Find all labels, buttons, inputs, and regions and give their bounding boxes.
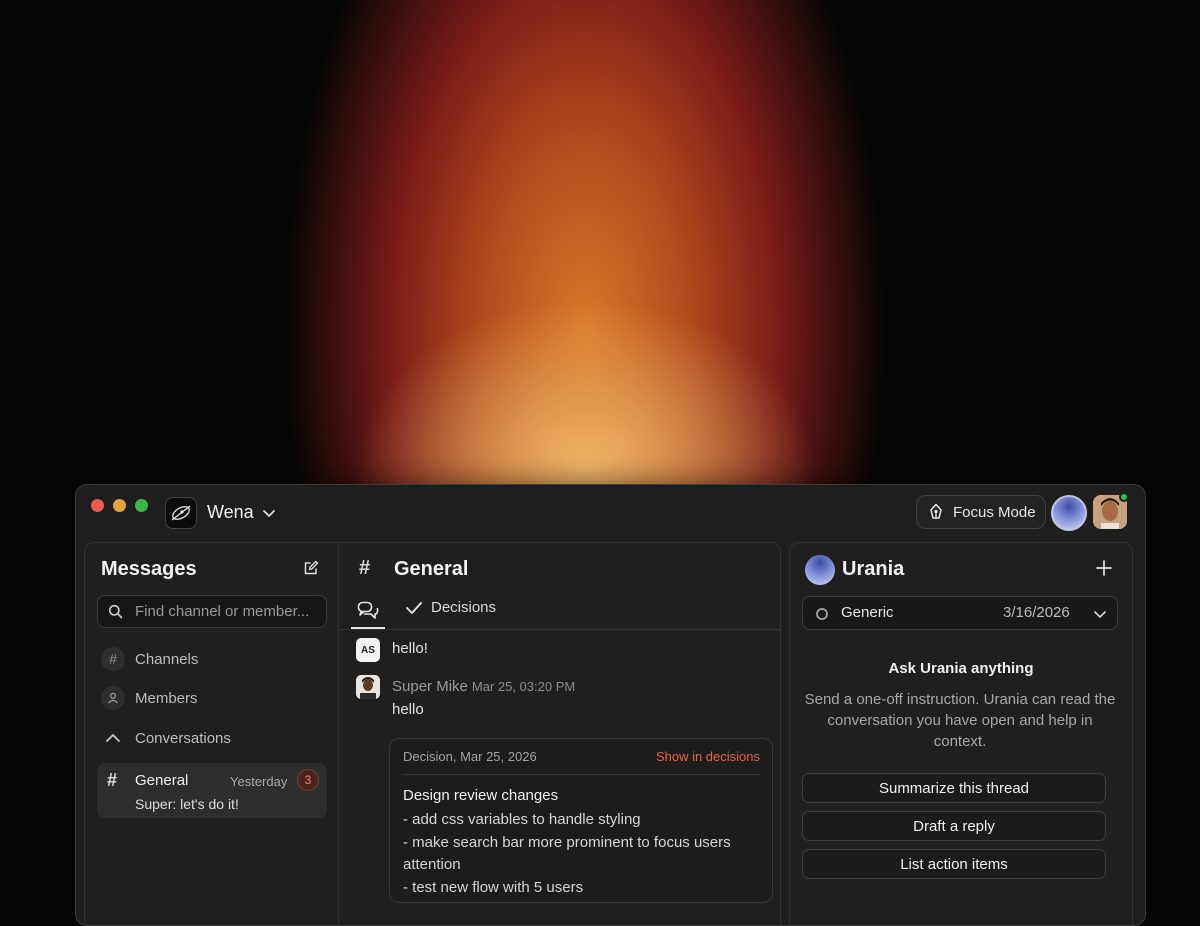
author-name[interactable]: Super Mike (392, 678, 468, 695)
title-bar: Wena Focus Mode (76, 485, 1145, 541)
online-status-dot (1119, 492, 1129, 502)
sidebar-item-label: Channels (135, 650, 199, 668)
search-input[interactable] (133, 602, 322, 621)
conversations-label: Conversations (135, 729, 231, 747)
list-action-items-button[interactable]: List action items (802, 849, 1106, 879)
assistant-panel: Urania Generic 3/16/2026 Ask Urania anyt… (789, 542, 1133, 925)
avatar[interactable] (356, 675, 380, 699)
assistant-avatar (805, 555, 835, 585)
search-bar[interactable] (97, 595, 327, 628)
chat-bubbles-icon (357, 601, 379, 619)
compose-icon[interactable] (303, 560, 319, 576)
check-icon (406, 601, 422, 614)
chevron-down-icon (1094, 611, 1106, 618)
tab-chat[interactable] (351, 597, 385, 629)
ask-title: Ask Urania anything (888, 660, 1034, 677)
show-in-decisions-link[interactable]: Show in decisions (656, 749, 760, 764)
pen-nib-icon (930, 503, 942, 519)
message-author: Super Mike Mar 25, 03:20 PM (392, 678, 575, 695)
summarize-thread-button[interactable]: Summarize this thread (802, 773, 1106, 803)
decision-item: - make search bar more prominent to focu… (403, 833, 731, 874)
sidebar: Messages # Channels Members (84, 542, 338, 925)
plus-icon[interactable] (1094, 558, 1114, 578)
tab-decisions[interactable]: Decisions (405, 599, 496, 616)
decision-meta: Decision, Mar 25, 2026 (403, 749, 537, 764)
sidebar-item-channels[interactable]: # Channels (101, 646, 198, 672)
message-text: hello (392, 701, 424, 718)
assistant-name: Urania (842, 558, 905, 580)
chevron-up-icon (106, 734, 120, 742)
unread-badge: 3 (297, 769, 319, 791)
hash-icon: # (359, 557, 371, 579)
context-select[interactable]: Generic 3/16/2026 (802, 596, 1118, 630)
decision-item: - add css variables to handle styling (403, 811, 641, 828)
hash-icon: # (101, 647, 125, 671)
workspace-chevron-down-icon[interactable] (261, 505, 277, 521)
focus-mode-label: Focus Mode (953, 503, 1036, 521)
channel-title: General (394, 558, 469, 580)
conversation-name: General (135, 772, 189, 789)
context-date: 3/16/2026 (1003, 604, 1070, 621)
conversation-time: Yesterday (230, 774, 288, 789)
close-window-button[interactable] (91, 499, 104, 512)
context-label: Generic (841, 604, 894, 621)
decision-card: Decision, Mar 25, 2026 Show in decisions… (389, 738, 773, 903)
decision-title: Design review changes (403, 787, 559, 804)
context-status-icon (816, 608, 828, 620)
assistant-orb-button[interactable] (1051, 495, 1087, 531)
ask-description: Send a one-off instruction. Urania can r… (804, 691, 1116, 750)
workspace-name[interactable]: Wena (207, 502, 254, 523)
minimize-window-button[interactable] (113, 499, 126, 512)
tabs-divider (339, 629, 780, 630)
message-time: Mar 25, 03:20 PM (471, 679, 576, 694)
hash-icon: # (107, 770, 118, 790)
sidebar-item-label: Members (135, 689, 198, 707)
avatar[interactable]: AS (356, 638, 380, 662)
conversation-preview: Super: let's do it! (135, 796, 239, 812)
decision-divider (402, 774, 760, 775)
sidebar-title: Messages (101, 558, 197, 580)
app-window: Wena Focus Mode Messages Find channel or… (75, 484, 1146, 926)
channel-panel: # General Decisions AS hello! Super Mike… (338, 542, 781, 925)
decision-item: - test new flow with 5 users (403, 878, 584, 896)
tab-label: Decisions (431, 599, 497, 616)
focus-mode-button[interactable]: Focus Mode (916, 495, 1046, 529)
maximize-window-button[interactable] (135, 499, 148, 512)
decision-list: - add css variables to handle styling - … (403, 809, 763, 899)
conversations-toggle[interactable]: Conversations (101, 725, 231, 751)
user-icon (101, 686, 125, 710)
draft-reply-button[interactable]: Draft a reply (802, 811, 1106, 841)
conversation-item-general[interactable]: # General Yesterday 3 Super: let's do it… (97, 763, 327, 818)
app-logo-icon[interactable] (165, 497, 197, 529)
search-icon (108, 604, 123, 619)
sidebar-item-members[interactable]: Members (101, 685, 198, 711)
message-text: hello! (392, 640, 428, 657)
